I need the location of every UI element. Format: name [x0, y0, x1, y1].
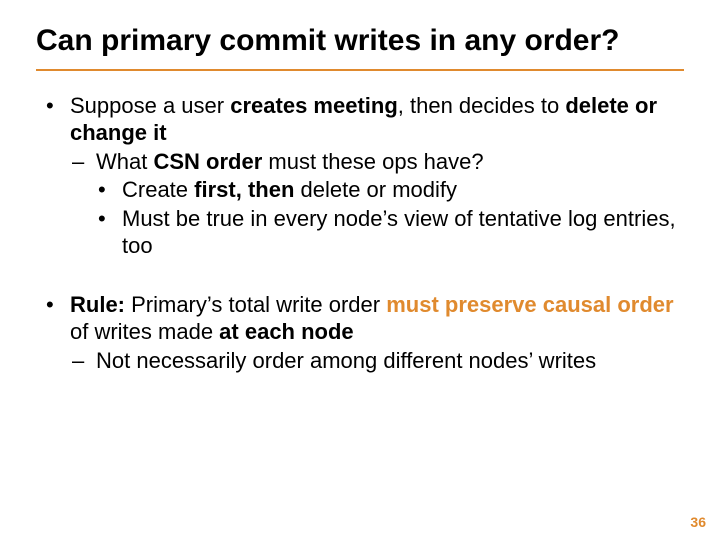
sub-sub-list: Create first, then delete or modify Must…	[96, 177, 684, 259]
text: , then decides to	[398, 93, 566, 118]
text-bold: at each node	[219, 319, 353, 344]
bullet-1: Suppose a user creates meeting, then dec…	[46, 93, 684, 260]
page-number: 36	[690, 514, 706, 530]
text: of writes made	[70, 319, 219, 344]
bullet-1-1-2: Must be true in every node’s view of ten…	[98, 206, 684, 260]
text: delete or modify	[294, 177, 457, 202]
bullet-1-1-1: Create first, then delete or modify	[98, 177, 684, 204]
text: must these ops have?	[262, 149, 483, 174]
sub-list: Not necessarily order among different no…	[70, 348, 684, 375]
slide-title: Can primary commit writes in any order?	[36, 24, 684, 71]
slide-content: Suppose a user creates meeting, then dec…	[36, 93, 684, 374]
text-bold: Rule:	[70, 292, 125, 317]
text: Not necessarily order among different no…	[96, 348, 596, 373]
bullet-2: Rule: Primary’s total write order must p…	[46, 292, 684, 374]
bullet-1-1: What CSN order must these ops have? Crea…	[72, 149, 684, 260]
text: Create	[122, 177, 194, 202]
text-bold: creates meeting	[230, 93, 398, 118]
sub-list: What CSN order must these ops have? Crea…	[70, 149, 684, 260]
text-bold: CSN order	[153, 149, 262, 174]
bullet-2-1: Not necessarily order among different no…	[72, 348, 684, 375]
bullet-list: Suppose a user creates meeting, then dec…	[36, 93, 684, 374]
text: Primary’s total write order	[125, 292, 386, 317]
text: What	[96, 149, 153, 174]
text: Must be true in every node’s view of ten…	[122, 206, 676, 258]
text-bold: first, then	[194, 177, 294, 202]
text-bold-orange: must preserve causal order	[386, 292, 673, 317]
slide: Can primary commit writes in any order? …	[0, 0, 720, 540]
text: Suppose a user	[70, 93, 230, 118]
